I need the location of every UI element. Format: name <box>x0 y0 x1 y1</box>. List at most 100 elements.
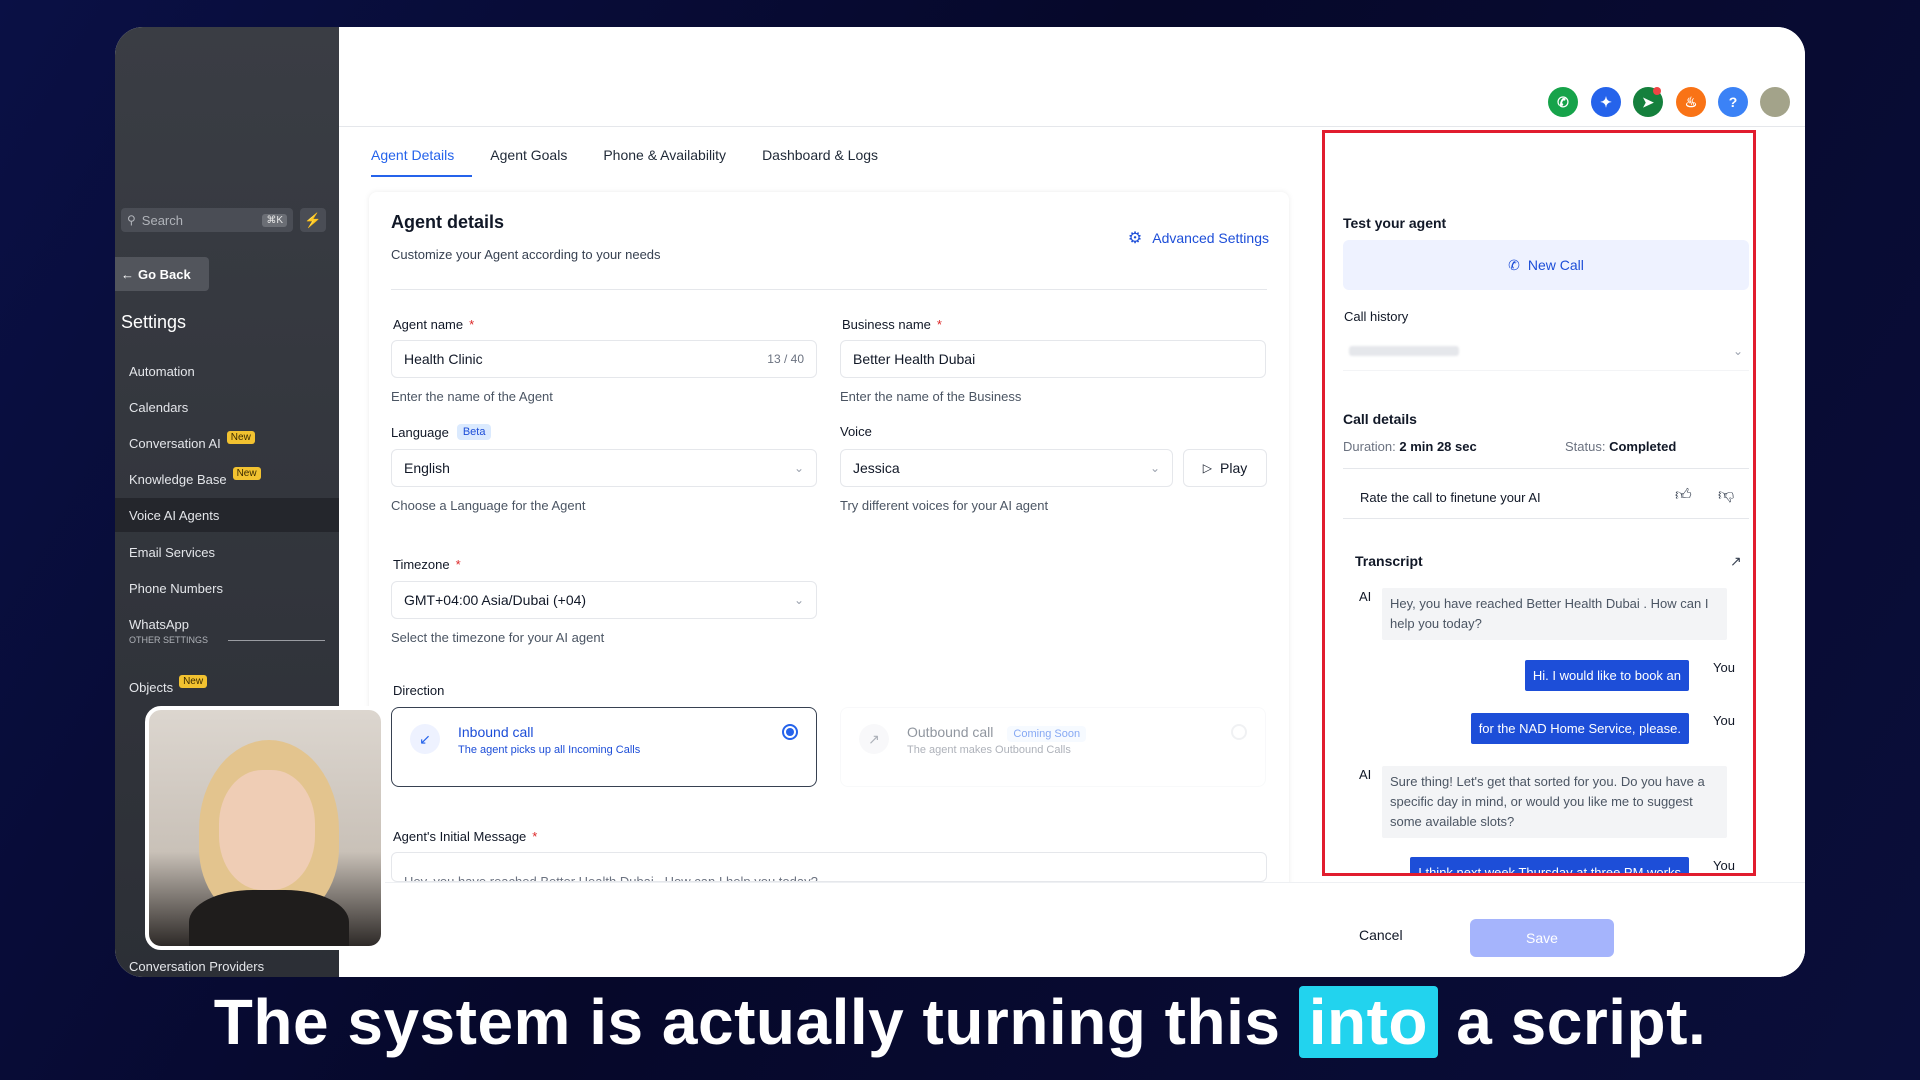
cancel-button[interactable]: Cancel <box>1359 927 1403 943</box>
required-asterisk: * <box>532 829 538 844</box>
sidebar-item-label: Email Services <box>129 544 215 560</box>
new-call-button[interactable]: ✆ New Call <box>1343 240 1749 290</box>
bell-icon[interactable]: ♨ <box>1676 87 1706 117</box>
sidebar-item-objects[interactable]: Objects New <box>115 670 339 704</box>
search-input[interactable]: ⚲ Search ⌘K <box>121 208 293 232</box>
thumbs-up-icon[interactable]: 👍︎ <box>1675 486 1692 505</box>
play-label: Play <box>1220 460 1248 476</box>
settings-title: Settings <box>121 312 187 332</box>
sidebar-item-conversation-ai[interactable]: Conversation AI New <box>115 426 339 460</box>
agent-name-input[interactable]: Health Clinic 13 / 40 <box>391 340 817 378</box>
outbound-call-option: ↗ Outbound call Coming Soon The agent mak… <box>840 707 1266 787</box>
phone-icon[interactable]: ✆ <box>1548 87 1578 117</box>
status-value: Completed <box>1609 439 1677 454</box>
call-history-label: Call history <box>1344 309 1409 324</box>
direction-label: Direction <box>393 683 445 698</box>
sparkle-icon[interactable]: ✦ <box>1591 87 1621 117</box>
sidebar-item-label: WhatsApp <box>129 616 189 632</box>
sidebar-item-label: Automation <box>129 363 195 379</box>
label-text: Business name <box>842 317 931 332</box>
outbound-desc: The agent makes Outbound Calls <box>907 744 1071 756</box>
megaphone-icon[interactable]: ➤ <box>1633 87 1663 117</box>
phone-icon: ✆ <box>1508 256 1520 273</box>
inbound-call-option[interactable]: ↙ Inbound call The agent picks up all In… <box>391 707 817 787</box>
chevron-down-icon: ⌄ <box>1149 461 1160 475</box>
voice-label: Voice <box>840 424 872 439</box>
search-shortcut: ⌘K <box>262 213 287 227</box>
sidebar-item-voice-ai-agents[interactable]: Voice AI Agents <box>115 498 339 532</box>
advanced-settings-label: Advanced Settings <box>1152 230 1269 246</box>
agent-name-label: Agent name * <box>393 317 474 332</box>
speaker-you: You <box>1713 713 1735 728</box>
voice-hint: Try different voices for your AI agent <box>840 498 1049 513</box>
help-icon[interactable]: ? <box>1718 87 1748 117</box>
label-text: Agent's Initial Message <box>393 829 527 844</box>
transcript-label: Transcript <box>1355 553 1423 569</box>
sidebar-item-phone-numbers[interactable]: Phone Numbers <box>115 571 339 605</box>
transcript-message: Sure thing! Let's get that sorted for yo… <box>1382 766 1727 838</box>
beta-badge: Beta <box>456 424 492 440</box>
transcript-message: for the NAD Home Service, please. <box>1470 713 1689 744</box>
sidebar-item-knowledge-base[interactable]: Knowledge Base New <box>115 462 339 496</box>
sidebar-item-email-services[interactable]: Email Services <box>115 535 339 569</box>
inbound-title: Inbound call <box>458 724 534 740</box>
caption-highlight: into <box>1298 986 1438 1058</box>
expand-icon[interactable]: ↗ <box>1730 553 1742 570</box>
sidebar-item-automation[interactable]: Automation <box>115 354 339 388</box>
sidebar-item-label: Voice AI Agents <box>129 507 220 523</box>
rate-call-label: Rate the call to finetune your AI <box>1360 490 1541 505</box>
notification-dot <box>1653 87 1661 95</box>
avatar[interactable] <box>1760 87 1790 117</box>
divider <box>1343 518 1749 519</box>
duration-value: 2 min 28 sec <box>1399 439 1477 454</box>
sidebar-item-conversation-providers[interactable]: Conversation Providers <box>115 949 339 977</box>
sidebar-item-label: Calendars <box>129 399 189 415</box>
arrow-down-left-icon: ↙ <box>410 724 440 754</box>
arrow-left-icon: ← <box>121 266 134 282</box>
presenter-face <box>219 770 315 890</box>
speaker-ai: AI <box>1359 767 1372 782</box>
section-title: Agent details <box>391 212 505 232</box>
top-bar: ✆ ✦ ➤ ♨ ? <box>339 27 1805 127</box>
inbound-text: Inbound call The agent picks up all Inco… <box>458 724 640 756</box>
tab-agent-goals[interactable]: Agent Goals <box>490 147 585 177</box>
tab-dashboard-logs[interactable]: Dashboard & Logs <box>762 147 896 177</box>
initial-message-input[interactable]: Hey, you have reached Better Health Duba… <box>391 852 1267 882</box>
play-button[interactable]: ▷ Play <box>1183 449 1267 487</box>
radio-selected[interactable] <box>782 724 798 740</box>
search-icon: ⚲ <box>127 213 136 227</box>
play-icon: ▷ <box>1202 461 1212 475</box>
voice-select[interactable]: Jessica ⌄ <box>840 449 1173 487</box>
transcript-message: Hi. I would like to book an <box>1524 660 1689 691</box>
inbound-desc: The agent picks up all Incoming Calls <box>458 744 641 756</box>
agent-name-value: Health Clinic <box>404 351 483 367</box>
test-agent-panel: Test your agent ✆ New Call Call history … <box>1322 130 1756 876</box>
arrow-up-right-icon: ↗ <box>859 724 889 754</box>
language-select[interactable]: English ⌄ <box>391 449 817 487</box>
business-name-value: Better Health Dubai <box>853 351 976 367</box>
advanced-settings-link[interactable]: ⚙ Advanced Settings <box>1128 228 1269 248</box>
timezone-select[interactable]: GMT+04:00 Asia/Dubai (+04) ⌄ <box>391 581 817 619</box>
status-label: Status: <box>1565 439 1606 454</box>
duration-label: Duration: <box>1343 439 1396 454</box>
footer-bar: Cancel Save <box>339 882 1805 977</box>
divider <box>391 289 1267 290</box>
transcript-message: I think next week Thursday at three PM w… <box>1410 857 1689 873</box>
char-counter: 13 / 40 <box>767 352 804 366</box>
sidebar-item-calendars[interactable]: Calendars <box>115 390 339 424</box>
bolt-icon[interactable]: ⚡ <box>300 208 326 232</box>
tab-phone-availability[interactable]: Phone & Availability <box>603 147 744 177</box>
tab-agent-details[interactable]: Agent Details <box>371 147 473 177</box>
save-button[interactable]: Save <box>1470 919 1614 957</box>
timezone-label: Timezone * <box>393 557 461 572</box>
thumbs-down-icon[interactable]: 👎︎ <box>1718 486 1734 505</box>
voice-value: Jessica <box>853 460 900 476</box>
outbound-text: Outbound call Coming Soon The agent makes… <box>907 724 1087 756</box>
chevron-down-icon: ⌄ <box>793 593 804 607</box>
business-name-input[interactable]: Better Health Dubai <box>840 340 1266 378</box>
outbound-title: Outbound call <box>907 724 994 740</box>
go-back-button[interactable]: ← Go Back <box>115 257 209 291</box>
call-history-select[interactable]: ⌄ <box>1343 331 1749 371</box>
sidebar-item-label: Conversation AI <box>129 435 221 451</box>
required-asterisk: * <box>469 317 475 332</box>
